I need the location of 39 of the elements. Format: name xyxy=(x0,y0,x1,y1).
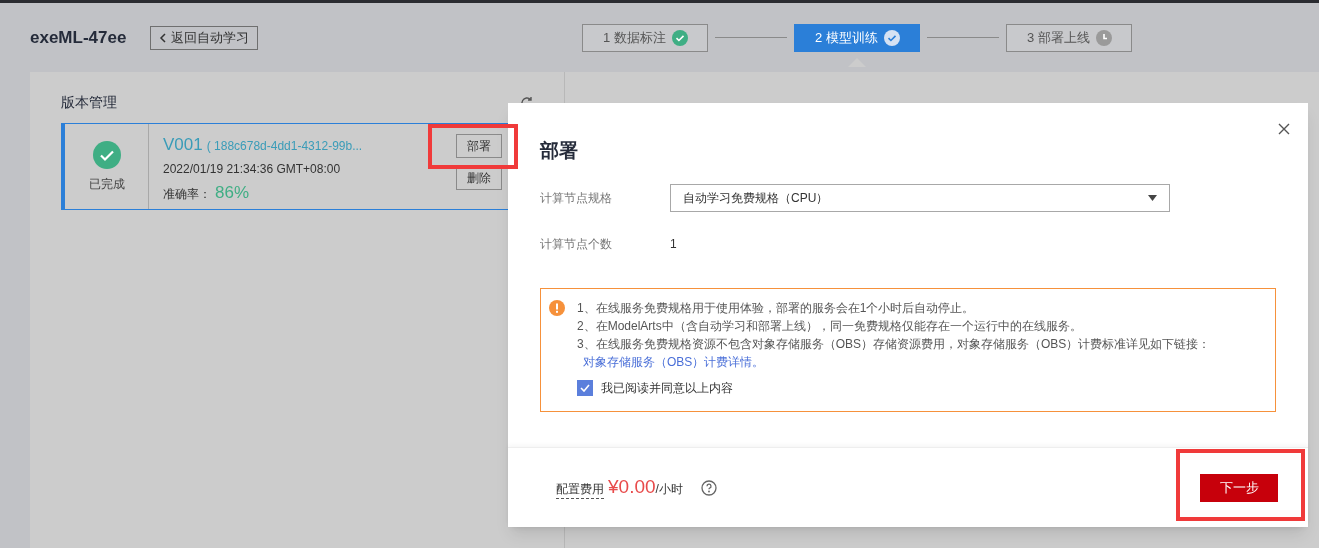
agree-checkbox[interactable] xyxy=(577,379,593,396)
chevron-left-icon xyxy=(159,32,168,43)
panel-title: 版本管理 xyxy=(61,93,117,112)
accuracy-label: 准确率： xyxy=(163,185,211,203)
notice-text: 1、在线服务免费规格用于使用体验，部署的服务会在1个小时后自动停止。 xyxy=(577,299,976,317)
warning-icon xyxy=(549,299,565,316)
spec-select[interactable]: 自动学习免费规格（CPU） xyxy=(670,183,1170,212)
caret-icon xyxy=(1148,194,1157,201)
check-icon xyxy=(671,29,688,46)
step-tab[interactable]: 3 部署上线 xyxy=(1006,23,1133,52)
price-unit: /小时 xyxy=(655,482,683,499)
version-time: 2022/01/19 21:34:36 GMT+08:00 xyxy=(163,160,342,178)
version-id: ( 188c678d-4dd1-4312-99b... xyxy=(206,138,363,155)
notice-text: 2、在ModelArts中（含自动学习和部署上线），同一免费规格仅能存在一个运行中的在线服务。 xyxy=(577,317,1083,335)
version-name: V001 xyxy=(163,134,203,156)
field-label: 计算节点个数 xyxy=(540,235,613,253)
accuracy-value: 86% xyxy=(215,181,250,204)
project-title: exeML-47ee xyxy=(30,26,127,49)
back-button[interactable]: 返回自动学习 xyxy=(150,25,259,50)
agree-label: 我已阅读并同意以上内容 xyxy=(601,379,733,397)
billing-link[interactable]: 对象存储服务（OBS）计费详情。 xyxy=(583,354,765,369)
next-button[interactable]: 下一步 xyxy=(1200,473,1278,502)
notice-text: 3、在线服务免费规格资源不包含对象存储服务（OBS）存储资源费用，对象存储服务（OBS）计费标准详见如下链接： 对象存储服务（OBS）计费详情。 xyxy=(577,335,1212,371)
check-icon xyxy=(580,383,590,392)
clock-icon xyxy=(1095,29,1112,46)
price-value: ¥0.00 xyxy=(608,475,656,500)
cost-label: 配置费用 xyxy=(556,480,604,500)
check-icon xyxy=(883,29,900,46)
close-icon[interactable] xyxy=(1278,123,1290,135)
status-text: 已完成 xyxy=(88,175,125,193)
help-icon[interactable] xyxy=(700,479,717,496)
dialog-title: 部署 xyxy=(540,139,578,163)
field-label: 计算节点规格 xyxy=(540,189,613,207)
action-button[interactable]: 删除 xyxy=(456,166,502,190)
step-tab[interactable]: 1 数据标注 xyxy=(582,23,709,52)
check-icon xyxy=(92,140,121,169)
step-tab[interactable]: 2 模型训练 xyxy=(794,23,921,52)
action-button[interactable]: 部署 xyxy=(456,134,502,158)
field-value: 1 xyxy=(670,235,677,253)
